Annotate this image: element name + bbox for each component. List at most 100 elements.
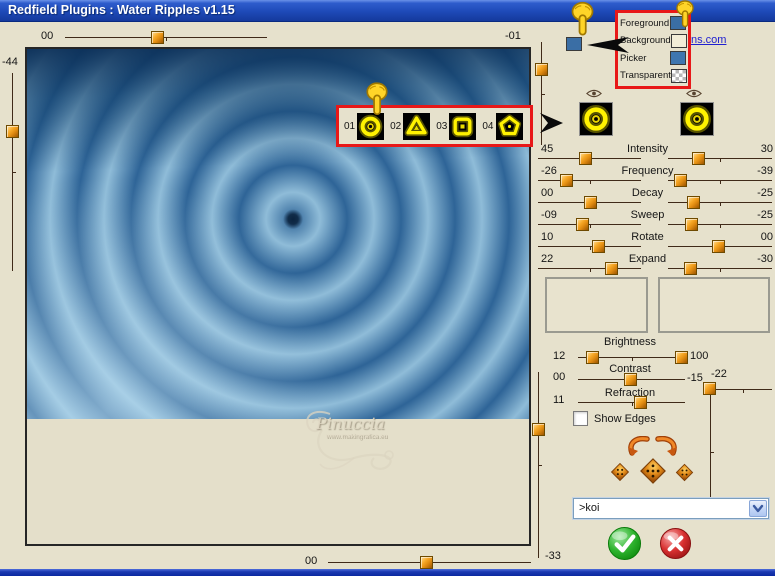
pattern-pentagon-button[interactable] (495, 112, 523, 140)
slider-track[interactable] (668, 158, 772, 162)
contrast-right-value: -15 (687, 372, 703, 384)
dropdown-button[interactable] (749, 500, 767, 517)
corner-slider-value: -22 (711, 368, 727, 380)
slider-handle[interactable] (576, 218, 589, 231)
right-top-slider-handle[interactable] (535, 63, 548, 76)
slider-track[interactable] (668, 224, 772, 228)
slider-handle[interactable] (692, 152, 705, 165)
pattern-rings-button[interactable] (357, 112, 385, 140)
square-icon (449, 112, 477, 140)
slider-handle[interactable] (687, 196, 700, 209)
ok-button[interactable] (607, 526, 642, 561)
slider-handle[interactable] (592, 240, 605, 253)
undo-arrow-icon[interactable] (626, 436, 652, 456)
channel-pattern-thumb[interactable] (579, 102, 613, 136)
refraction-handle[interactable] (634, 396, 647, 409)
window-bottom-edge (0, 569, 775, 576)
eye-icon[interactable] (686, 88, 702, 99)
bottom-slider-right-value: -33 (545, 550, 561, 562)
slider-handle[interactable] (579, 152, 592, 165)
picker-swatch[interactable] (670, 51, 686, 66)
plugin-window: Redfield Plugins : Water Ripples v1.15 0… (0, 0, 775, 576)
slider-handle[interactable] (674, 174, 687, 187)
slider-handle[interactable] (712, 240, 725, 253)
preset-value: >koi (579, 502, 600, 514)
brightness-right-value: 100 (690, 350, 709, 362)
slider-track[interactable] (538, 246, 641, 250)
foreground-color-swatch[interactable] (566, 37, 582, 51)
right-bottom-slider-handle[interactable] (532, 423, 545, 436)
corner-slider-htrack[interactable] (714, 389, 772, 393)
slider-track[interactable] (538, 268, 641, 272)
hand-cursor-icon (676, 0, 694, 28)
slider-handle[interactable] (605, 262, 618, 275)
rings-icon (580, 103, 612, 135)
slider-right-value: -25 (757, 209, 773, 221)
slider-handle[interactable] (684, 262, 697, 275)
pattern-triangle-button[interactable] (403, 112, 431, 140)
slider-handle[interactable] (584, 196, 597, 209)
pattern-04-label: 04 (482, 120, 494, 132)
slider-left-value: 22 (541, 253, 554, 265)
slider-handle[interactable] (685, 218, 698, 231)
eye-icon[interactable] (586, 88, 602, 99)
refraction-track[interactable] (578, 402, 685, 406)
preset-dropdown[interactable]: >koi (573, 498, 769, 519)
bottom-slider-value: 00 (305, 555, 318, 567)
left-slider-track[interactable] (12, 73, 16, 271)
pattern-square-button[interactable] (449, 112, 477, 140)
slider-left-value: -09 (541, 209, 557, 221)
slider-right-value: -39 (757, 165, 773, 177)
random-dice-icon[interactable] (608, 460, 632, 484)
color-row-transparent: Transparent (620, 68, 687, 84)
left-slider-handle[interactable] (6, 125, 19, 138)
chevron-down-icon (752, 504, 764, 513)
bottom-slider-handle[interactable] (420, 556, 433, 569)
refraction-label: Refraction (604, 387, 656, 399)
hand-cursor-icon (571, 1, 594, 36)
brightness-left-value: 12 (553, 350, 566, 362)
aux-preview-box (545, 277, 648, 333)
top-slider-handle[interactable] (151, 31, 164, 44)
redo-arrow-icon[interactable] (653, 436, 679, 456)
contrast-handle[interactable] (624, 373, 637, 386)
random-dice-icon[interactable] (637, 455, 669, 487)
top-slider-value: 00 (41, 30, 54, 42)
slider-left-value: -26 (541, 165, 557, 177)
slider-track[interactable] (668, 202, 772, 206)
channel-pattern-thumb[interactable] (680, 102, 714, 136)
pattern-01-label: 01 (344, 120, 356, 132)
triangle-icon (403, 112, 431, 140)
arrow-right-icon (540, 113, 563, 133)
background-swatch[interactable] (670, 33, 687, 48)
slider-right-value: 00 (760, 231, 773, 243)
rings-icon (357, 112, 385, 140)
random-dice-icon[interactable] (673, 461, 696, 484)
top-slider-right-value: -01 (505, 30, 521, 42)
brightness-label: Brightness (604, 336, 656, 348)
arrow-left-icon (587, 37, 629, 53)
corner-slider-handle[interactable] (703, 382, 716, 395)
aux-preview-box (658, 277, 770, 333)
left-slider-value: -44 (2, 56, 18, 68)
pattern-03-label: 03 (436, 120, 448, 132)
slider-left-value: 00 (541, 187, 554, 199)
top-slider-track[interactable] (65, 37, 267, 41)
contrast-left-value: 00 (553, 371, 566, 383)
picker-label: Picker (620, 52, 647, 64)
website-link[interactable]: ns.com (691, 34, 726, 46)
slider-right-value: -30 (757, 253, 773, 265)
pattern-02-label: 02 (390, 120, 402, 132)
slider-track[interactable] (538, 224, 641, 228)
slider-left-value: 10 (541, 231, 554, 243)
show-edges-checkbox[interactable] (573, 411, 588, 426)
right-bottom-slider-track[interactable] (538, 372, 542, 558)
slider-track[interactable] (538, 180, 641, 184)
refraction-left-value: 11 (553, 394, 565, 406)
slider-handle[interactable] (560, 174, 573, 187)
show-edges-label: Show Edges (594, 413, 656, 425)
transparent-swatch[interactable] (670, 68, 687, 83)
slider-right-value: -25 (757, 187, 773, 199)
cancel-button[interactable] (659, 527, 692, 560)
rings-icon (681, 103, 713, 135)
